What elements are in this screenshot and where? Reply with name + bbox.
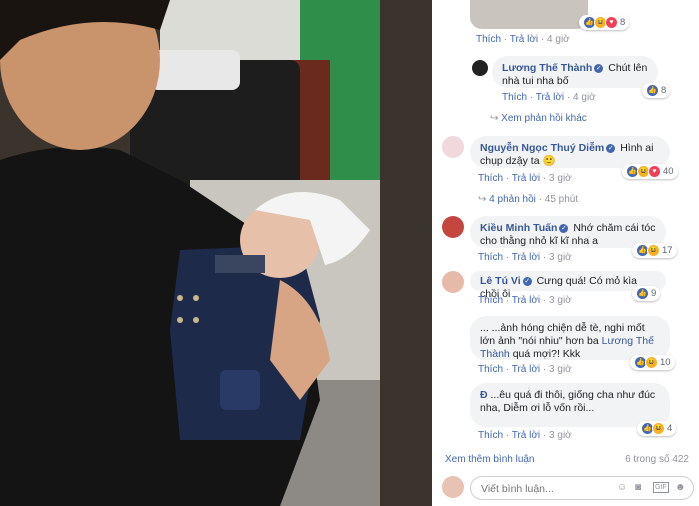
comments-panel: 👍 😆 ♥ 8 Thích · Trả lời · 4 giờ Lương Thế … — [432, 0, 699, 506]
reply-arrow-icon: ↪ — [478, 194, 487, 205]
like-link[interactable]: Thích — [478, 364, 503, 375]
like-link[interactable]: Thích — [478, 295, 503, 306]
reaction-badge[interactable]: 👍 9 — [632, 286, 661, 301]
haha-icon: 😆 — [652, 422, 665, 435]
reply-link[interactable]: Trả lời — [536, 92, 564, 103]
like-link[interactable]: Thích — [478, 173, 503, 184]
comment-input[interactable] — [479, 480, 613, 498]
avatar[interactable] — [472, 60, 488, 76]
verified-icon: ✓ — [606, 144, 616, 153]
comment-text: ...êu quá đi thôi, giống cha như đúc nha… — [480, 389, 656, 414]
like-icon: 👍 — [646, 84, 659, 97]
reaction-count: 8 — [661, 85, 667, 96]
verified-icon: ✓ — [559, 224, 569, 233]
comment-count: 6 trong số 422 — [625, 454, 689, 465]
smile-emoji-icon: 🙂 — [542, 155, 556, 167]
love-icon: ♥ — [605, 16, 618, 29]
reply-link[interactable]: Trả lời — [512, 295, 540, 306]
sticker-icon[interactable]: ☻ — [675, 482, 686, 493]
reply-arrow-icon: ↪ — [490, 113, 499, 124]
comment-author[interactable]: Lê Tú Vi — [480, 275, 521, 287]
emoji-icon[interactable]: ☺ — [617, 482, 627, 493]
reaction-badge[interactable]: 👍 😆 4 — [637, 421, 677, 436]
camera-icon[interactable]: ◙ — [635, 482, 641, 493]
reaction-count: 9 — [651, 288, 657, 299]
replies-summary: ↪ 4 phản hồi · 45 phút — [478, 194, 579, 205]
timestamp: 4 giờ — [573, 92, 596, 103]
reaction-count: 4 — [667, 423, 673, 434]
timestamp: 3 giờ — [549, 295, 572, 306]
verified-icon: ✓ — [522, 277, 532, 286]
comment-actions: Thích · Trả lời · 3 giờ — [478, 173, 572, 184]
like-link[interactable]: Thích — [476, 34, 501, 45]
see-more-comments-link[interactable]: Xem thêm bình luận — [445, 454, 535, 465]
like-link[interactable]: Thích — [478, 430, 503, 441]
reply-link[interactable]: Trả lời — [512, 364, 540, 375]
reaction-badge[interactable]: 👍 😆 ♥ 8 — [579, 15, 630, 30]
reaction-count: 17 — [662, 245, 673, 256]
timestamp: 4 giờ — [547, 34, 570, 45]
reaction-count: 8 — [620, 17, 626, 28]
comment-composer[interactable]: ☺ ◙ GIF ☻ — [470, 476, 694, 500]
timestamp: 3 giờ — [549, 173, 572, 184]
post-photo[interactable] — [0, 0, 432, 506]
reaction-count: 40 — [663, 166, 674, 177]
timestamp: 45 phút — [544, 194, 579, 205]
love-icon: ♥ — [648, 165, 661, 178]
reaction-badge[interactable]: 👍 8 — [642, 83, 671, 98]
reaction-badge[interactable]: 👍 😆 ♥ 40 — [622, 164, 678, 179]
photo-illustration — [0, 0, 432, 506]
comment-author[interactable]: Đ — [480, 389, 488, 401]
comment-actions: Thích · Trả lời · 3 giờ — [478, 430, 572, 441]
timestamp: 3 giờ — [549, 364, 572, 375]
comment-actions: Thích · Trả lời · 3 giờ — [478, 252, 572, 263]
comment-bubble: Đ ...êu quá đi thôi, giống cha như đúc n… — [470, 383, 670, 427]
reply-link[interactable]: Trả lời — [510, 34, 538, 45]
haha-icon: 😆 — [647, 244, 660, 257]
like-icon: 👍 — [636, 287, 649, 300]
comment-text-tail: quá mợi?! Kkk — [512, 348, 581, 360]
comment-actions: Thích · Trả lời · 4 giờ — [502, 92, 596, 103]
avatar[interactable] — [442, 271, 464, 293]
verified-icon: ✓ — [594, 64, 604, 73]
comment-author[interactable]: Kiều Minh Tuấn — [480, 222, 557, 234]
user-avatar[interactable] — [442, 476, 464, 498]
replies-link[interactable]: 4 phản hồi — [489, 194, 536, 205]
comment-actions: Thích · Trả lời · 3 giờ — [478, 295, 572, 306]
comment-author[interactable]: Nguyễn Ngọc Thuý Diễm — [480, 142, 604, 154]
more-replies-link[interactable]: ↪ Xem phản hồi khác — [490, 113, 587, 124]
comment-image[interactable] — [470, 0, 588, 29]
timestamp: 3 giờ — [549, 252, 572, 263]
reply-link[interactable]: Trả lời — [512, 173, 540, 184]
comment-bubble: Lương Thế Thành ✓ Chút lên nhà tui nha bố — [492, 56, 658, 88]
avatar[interactable] — [442, 136, 464, 158]
haha-icon: 😆 — [645, 356, 658, 369]
like-link[interactable]: Thích — [502, 92, 527, 103]
reaction-count: 10 — [660, 357, 671, 368]
reaction-badge[interactable]: 👍 😆 17 — [632, 243, 677, 258]
comment-actions: Thích · Trả lời · 3 giờ — [478, 364, 572, 375]
comment-author[interactable]: Lương Thế Thành — [502, 62, 592, 74]
reply-link[interactable]: Trả lời — [512, 430, 540, 441]
like-link[interactable]: Thích — [478, 252, 503, 263]
reply-link[interactable]: Trả lời — [512, 252, 540, 263]
comment-actions: Thích · Trả lời · 4 giờ — [476, 34, 570, 45]
comment-bubble: ... ...ảnh hóng chiện dễ tè, nghi mốt lớ… — [470, 316, 670, 360]
avatar[interactable] — [442, 216, 464, 238]
gif-icon[interactable]: GIF — [653, 482, 669, 493]
timestamp: 3 giờ — [549, 430, 572, 441]
reaction-badge[interactable]: 👍 😆 10 — [630, 355, 675, 370]
